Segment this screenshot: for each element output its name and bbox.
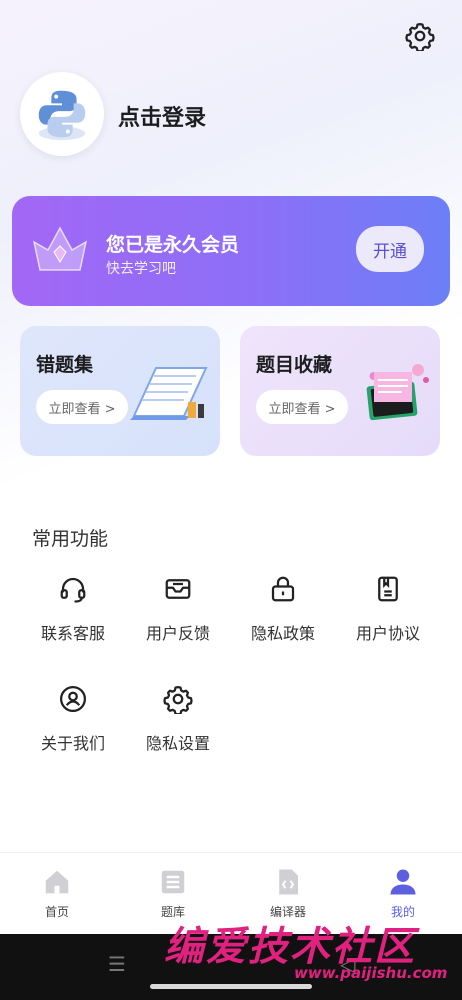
- function-label: 用户反馈: [145, 624, 210, 643]
- privacy-settings-item[interactable]: 隐私设置: [133, 682, 223, 762]
- notebook-icon: [128, 358, 212, 430]
- python-logo-icon: [38, 90, 86, 141]
- about-us-item[interactable]: 关于我们: [28, 682, 118, 762]
- tab-question-bank[interactable]: 题库: [138, 867, 208, 920]
- privacy-policy-item[interactable]: 隐私政策: [238, 572, 328, 652]
- tablet-scroll-icon: [360, 358, 432, 428]
- crown-icon: [28, 222, 92, 282]
- user-feedback-item[interactable]: 用户反馈: [133, 572, 223, 652]
- section-title: 常用功能: [32, 528, 109, 550]
- contact-service-item[interactable]: 联系客服: [28, 572, 118, 652]
- function-label: 隐私设置: [145, 734, 210, 753]
- watermark-url: www.paijishu.com: [294, 964, 448, 982]
- vip-subtitle: 快去学习吧: [106, 261, 176, 277]
- tab-compiler[interactable]: 编译器: [253, 867, 323, 920]
- card-title: 错题集: [36, 354, 94, 376]
- gear-icon: [161, 682, 195, 716]
- settings-button[interactable]: [402, 18, 438, 54]
- lock-icon: [266, 572, 300, 606]
- list-icon: [161, 870, 185, 894]
- headset-icon: [56, 572, 90, 606]
- function-label: 隐私政策: [250, 624, 315, 643]
- favorite-questions-card[interactable]: 题目收藏 立即查看 >: [240, 326, 440, 456]
- menu-icon[interactable]: ☰: [108, 952, 126, 976]
- feedback-icon: [161, 572, 195, 606]
- tab-home[interactable]: 首页: [22, 867, 92, 920]
- vip-title: 您已是永久会员: [106, 234, 240, 256]
- home-icon: [45, 870, 69, 894]
- function-label: 用户协议: [355, 624, 420, 643]
- tab-mine[interactable]: 我的: [368, 867, 438, 920]
- profile-page: 点击登录 您已是永久会员 快去学习吧 开通 错题集 立即查看 > 题目收藏 立即…: [0, 0, 462, 1000]
- user-circle-icon: [56, 682, 90, 716]
- card-title: 题目收藏: [256, 354, 333, 376]
- gear-icon: [405, 23, 435, 51]
- avatar[interactable]: [20, 72, 104, 156]
- login-link[interactable]: 点击登录: [118, 100, 206, 132]
- function-label: 关于我们: [40, 734, 105, 753]
- activate-button[interactable]: 开通: [356, 226, 424, 272]
- user-agreement-item[interactable]: 用户协议: [343, 572, 433, 652]
- view-now-button[interactable]: 立即查看 >: [256, 390, 348, 424]
- function-label: 联系客服: [40, 624, 105, 643]
- code-file-icon: [279, 869, 298, 895]
- home-indicator[interactable]: [150, 984, 312, 989]
- tab-label: 首页: [44, 905, 69, 919]
- view-now-button[interactable]: 立即查看 >: [36, 390, 128, 424]
- document-icon: [371, 572, 405, 606]
- person-icon: [390, 869, 416, 895]
- wrong-questions-card[interactable]: 错题集 立即查看 >: [20, 326, 220, 456]
